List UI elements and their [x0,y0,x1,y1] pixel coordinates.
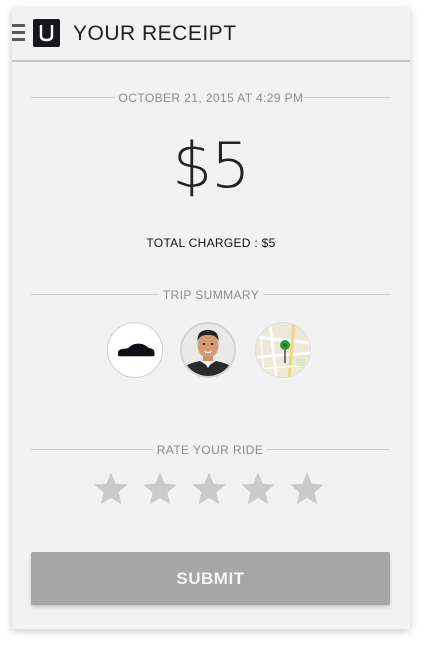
receipt-date: OCTOBER 21, 2015 AT 4:29 PM [118,91,304,105]
receipt-screen: YOUR RECEIPT OCTOBER 21, 2015 AT 4:29 PM… [12,8,410,629]
star-icon[interactable] [288,470,326,508]
star-icon[interactable] [92,470,130,508]
star-icon[interactable] [239,470,277,508]
total-charged: TOTAL CHARGED : $5 [146,236,276,250]
page-title: YOUR RECEIPT [73,22,237,45]
app-header: YOUR RECEIPT [12,8,410,62]
divider-line [31,97,115,98]
divider-line [31,449,153,450]
hamburger-menu-icon[interactable] [12,24,25,43]
route-map-button[interactable] [255,322,311,378]
divider-line [267,449,390,450]
divider-line [304,97,391,98]
star-rating [92,470,332,510]
divider-line [263,294,391,295]
rate-ride-heading: RATE YOUR RIDE [156,443,264,457]
star-icon[interactable] [190,470,228,508]
driver-photo [182,324,234,376]
car-icon [118,343,155,357]
submit-button[interactable]: SUBMIT [31,552,390,605]
uber-logo-icon [33,19,60,47]
trip-summary-heading: TRIP SUMMARY [162,288,260,302]
vehicle-button[interactable] [107,322,163,378]
map-pin-icon [256,323,310,377]
driver-photo-button[interactable] [180,322,236,378]
divider-line [31,294,159,295]
star-icon[interactable] [141,470,179,508]
fare-amount: $5 [172,129,251,202]
